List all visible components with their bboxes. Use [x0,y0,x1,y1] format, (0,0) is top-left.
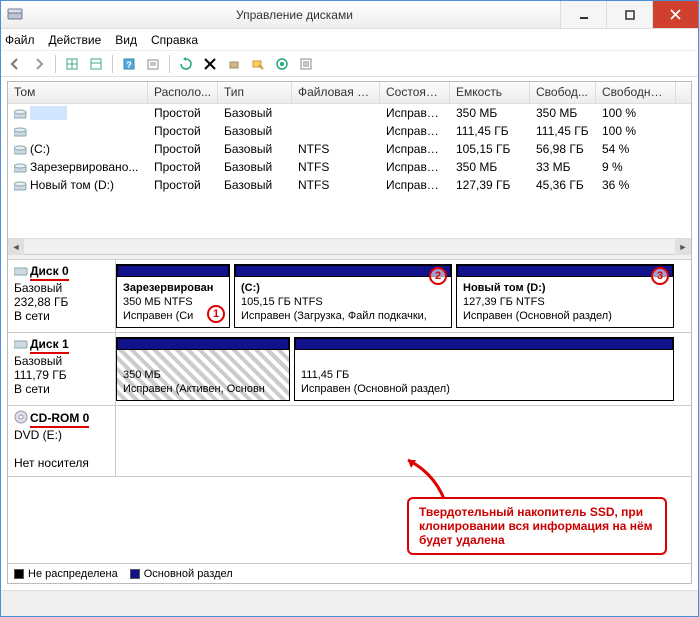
volume-icon [14,163,28,173]
col-fs[interactable]: Файловая с... [292,82,380,103]
annotation-badge: 1 [207,305,225,323]
action-icon[interactable] [272,54,292,74]
partition[interactable]: 111,45 ГБИсправен (Основной раздел) [294,337,674,401]
minimize-button[interactable] [560,1,606,28]
disk-row: Диск 0Базовый232,88 ГБВ сетиЗарезервиров… [8,260,691,333]
table-row[interactable]: (C:)ПростойБазовыйNTFSИсправен..105,15 Г… [8,140,691,158]
menu-view[interactable]: Вид [115,33,137,47]
view-detail-button[interactable] [86,54,106,74]
disk-row: Диск 1Базовый111,79 ГБВ сети 350 МБИспра… [8,333,691,406]
scroll-left-icon[interactable]: ◄ [8,239,24,255]
volume-grid-header: Том Располо... Тип Файловая с... Состоян… [8,82,691,104]
maximize-button[interactable] [606,1,652,28]
content-pane: Том Располо... Тип Файловая с... Состоян… [7,81,692,584]
forward-button[interactable] [29,54,49,74]
rescan-icon[interactable] [248,54,268,74]
annotation-callout: Твердотельный накопитель SSD, при клонир… [407,497,667,555]
partition[interactable]: Зарезервирован350 МБ NTFSИсправен (Си1 [116,264,230,328]
annotation-badge: 3 [651,267,669,285]
legend-primary: Основной раздел [144,568,233,580]
table-row[interactable]: ПростойБазовыйИсправен..350 МБ350 МБ100 … [8,104,691,122]
horizontal-scrollbar[interactable]: ◄ ► [8,238,691,254]
disk-name: CD-ROM 0 [30,411,89,428]
col-capacity[interactable]: Емкость [450,82,530,103]
app-icon [7,7,23,23]
disk-name: Диск 1 [30,337,69,354]
disk-management-window: Управление дисками Файл Действие Вид Спр… [0,0,699,617]
properties-button[interactable] [143,54,163,74]
volume-icon [14,181,28,191]
svg-text:?: ? [126,60,132,70]
annotation-badge: 2 [429,267,447,285]
legend-unallocated: Не распределена [28,568,118,580]
list-icon[interactable] [296,54,316,74]
col-free[interactable]: Свобод... [530,82,596,103]
settings-icon[interactable] [224,54,244,74]
menu-file[interactable]: Файл [5,33,35,47]
menu-action[interactable]: Действие [49,33,102,47]
col-status[interactable]: Состояние [380,82,450,103]
col-volume[interactable]: Том [8,82,148,103]
col-freepct[interactable]: Свободно % [596,82,676,103]
menubar: Файл Действие Вид Справка [1,29,698,51]
volume-icon [14,145,28,155]
back-button[interactable] [5,54,25,74]
statusbar [1,590,698,616]
volume-grid-body: ПростойБазовыйИсправен..350 МБ350 МБ100 … [8,104,691,194]
disk-name: Диск 0 [30,264,69,281]
menu-help[interactable]: Справка [151,33,198,47]
refresh-button[interactable] [176,54,196,74]
titlebar[interactable]: Управление дисками [1,1,698,29]
cdrom-icon [14,410,28,427]
disk-icon [14,265,28,279]
help-button[interactable]: ? [119,54,139,74]
partition[interactable]: Новый том (D:)127,39 ГБ NTFSИсправен (Ос… [456,264,674,328]
toolbar: ? [1,51,698,77]
disk-pane: Диск 0Базовый232,88 ГБВ сетиЗарезервиров… [8,260,691,563]
legend: Не распределена Основной раздел [8,563,691,583]
volume-icon [14,127,28,137]
scroll-right-icon[interactable]: ► [675,239,691,255]
close-button[interactable] [652,1,698,28]
volume-icon [14,109,28,119]
view-list-button[interactable] [62,54,82,74]
table-row[interactable]: Зарезервировано...ПростойБазовыйNTFSИспр… [8,158,691,176]
table-row[interactable]: ПростойБазовыйИсправен..111,45 ГБ111,45 … [8,122,691,140]
col-type[interactable]: Тип [218,82,292,103]
delete-icon[interactable] [200,54,220,74]
table-row[interactable]: Новый том (D:)ПростойБазовыйNTFSИсправен… [8,176,691,194]
col-layout[interactable]: Располо... [148,82,218,103]
disk-icon [14,338,28,352]
partition[interactable]: 350 МБИсправен (Активен, Основн [116,337,290,401]
partition[interactable]: (C:)105,15 ГБ NTFSИсправен (Загрузка, Фа… [234,264,452,328]
disk-row: CD-ROM 0DVD (E:)Нет носителя [8,406,691,477]
window-title: Управление дисками [29,8,560,22]
